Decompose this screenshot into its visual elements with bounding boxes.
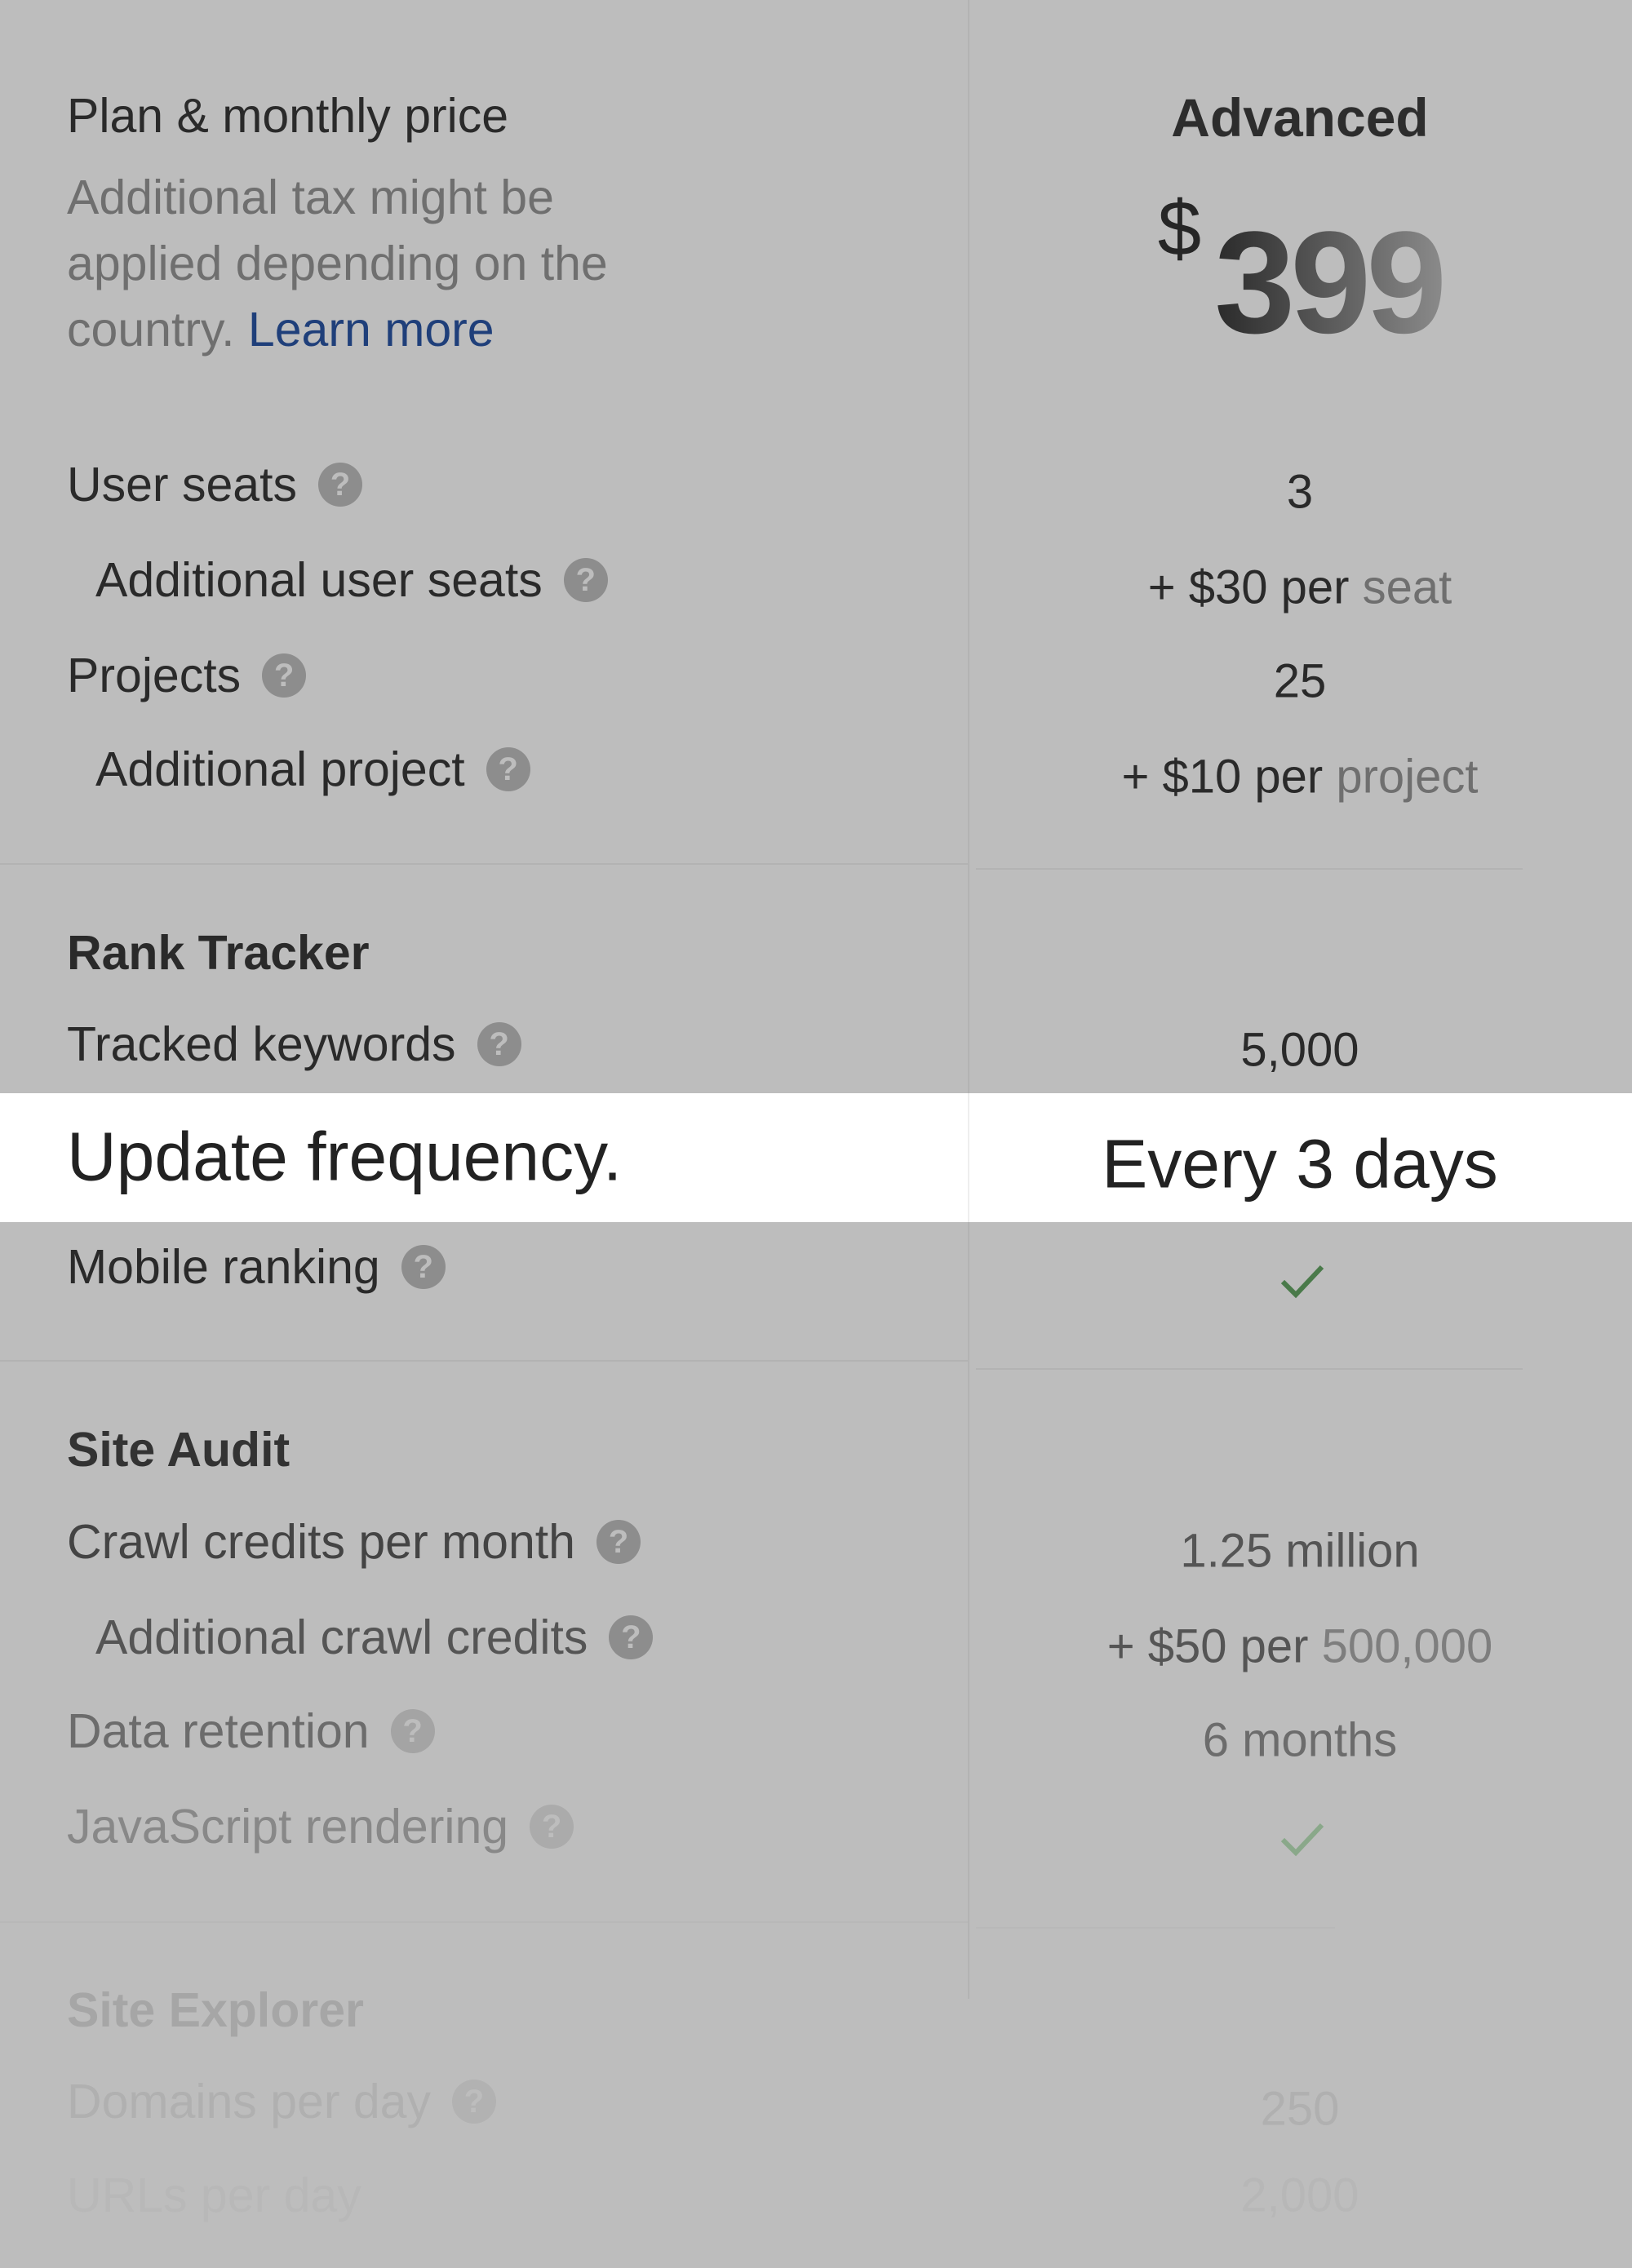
section-divider [976,1368,1523,1370]
update-frequency-label: Update frequency. [67,1118,623,1195]
additional-project-value: + $10 per project [1121,750,1479,804]
learn-more-link[interactable]: Learn more [248,303,494,357]
help-icon[interactable]: ? [317,463,362,507]
section-divider [0,1360,968,1362]
section-divider [976,1927,1335,1929]
urls-per-day-value: 2,000 [1240,2168,1359,2222]
check-icon [1280,1823,1324,1857]
section-divider [976,868,1523,870]
help-icon[interactable]: ? [609,1615,654,1660]
additional-seats-value: + $30 per seat [1147,560,1452,614]
plan-title: Plan & monthly price [67,89,509,143]
crawl-credits-label: Crawl credits per month? [67,1514,641,1570]
help-icon[interactable]: ? [262,653,307,698]
help-icon[interactable]: ? [477,1022,521,1067]
data-retention-label: Data retention? [67,1703,435,1759]
additional-seats-label: Additional user seats? [95,552,608,608]
tax-note: applied depending on the [67,237,608,290]
help-icon[interactable]: ? [530,1805,574,1849]
additional-crawl-label: Additional crawl credits? [95,1610,654,1665]
price-amount: 399 [1214,201,1447,364]
help-icon[interactable]: ? [486,747,530,792]
tracked-keywords-label: Tracked keywords? [67,1017,521,1072]
domains-per-day-value: 250 [1260,2082,1340,2136]
tax-note: country. Learn more [67,303,494,357]
additional-crawl-value: + $50 per 500,000 [1106,1619,1493,1673]
tax-note: Additional tax might be [67,171,554,224]
site-audit-heading: Site Audit [67,1423,290,1477]
user-seats-value: 3 [1286,465,1314,519]
help-icon[interactable]: ? [452,2080,496,2124]
plan-name: Advanced [1171,87,1429,148]
js-rendering-label: JavaScript rendering? [67,1799,574,1854]
mobile-ranking-label: Mobile ranking? [67,1239,446,1295]
help-icon[interactable]: ? [401,1245,446,1290]
check-icon [1280,1265,1324,1299]
projects-label: Projects? [67,648,307,703]
domains-per-day-label: Domains per day? [67,2074,496,2129]
section-divider [0,1921,968,1923]
additional-project-label: Additional project? [95,742,530,797]
rank-tracker-heading: Rank Tracker [67,926,370,980]
tracked-keywords-value: 5,000 [1240,1023,1359,1077]
plan-price: $ 399 [968,185,1632,366]
data-retention-value: 6 months [1202,1713,1398,1767]
help-icon[interactable]: ? [563,558,608,603]
site-explorer-heading: Site Explorer [67,1983,364,2037]
section-divider [0,863,968,865]
help-icon[interactable]: ? [390,1709,435,1754]
help-icon[interactable]: ? [596,1520,641,1565]
crawl-credits-value: 1.25 million [1180,1524,1420,1578]
user-seats-label: User seats? [67,457,362,512]
urls-per-day-label: URLs per day [67,2168,361,2222]
currency-symbol: $ [1157,184,1202,272]
projects-value: 25 [1273,654,1327,708]
update-frequency-value: Every 3 days [1102,1125,1498,1203]
